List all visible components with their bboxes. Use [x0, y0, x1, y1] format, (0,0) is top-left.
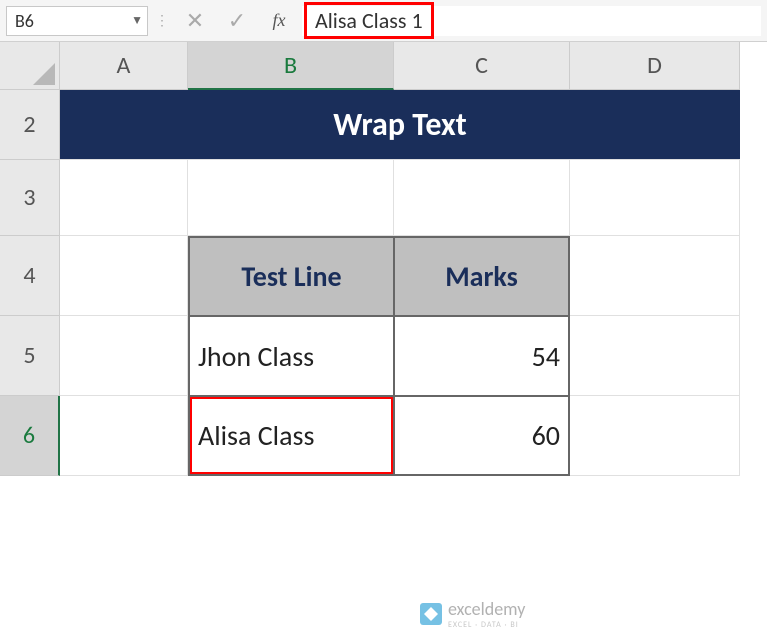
row-header-4[interactable]: 4 — [0, 236, 60, 316]
formula-bar: B6 ▼ ⋮ ✕ ✓ fx Alisa Class 1 — [0, 0, 767, 42]
table-cell-marks-0[interactable]: 54 — [394, 316, 570, 396]
row-header-5[interactable]: 5 — [0, 316, 60, 396]
cell-d3[interactable] — [570, 160, 740, 236]
row-header-2[interactable]: 2 — [0, 90, 60, 160]
watermark-logo-icon — [420, 603, 442, 625]
watermark: exceldemy EXCEL · DATA · BI — [420, 598, 525, 630]
table-cell-name-0[interactable]: Jhon Class — [188, 316, 394, 396]
row-header-3[interactable]: 3 — [0, 160, 60, 236]
column-header-a[interactable]: A — [60, 42, 188, 90]
cell-a5[interactable] — [60, 316, 188, 396]
title-cell[interactable]: Wrap Text — [60, 90, 740, 160]
cell-b3[interactable] — [188, 160, 394, 236]
sheet-body: 2 Wrap Text 3 4 Test Line Marks 5 Jhon C… — [0, 90, 767, 476]
table-header-test-line[interactable]: Test Line — [188, 236, 394, 316]
select-all-corner[interactable] — [0, 42, 60, 90]
watermark-brand: exceldemy — [448, 598, 525, 620]
name-box-value: B6 — [15, 10, 34, 32]
column-header-d[interactable]: D — [570, 42, 740, 90]
cell-d4[interactable] — [570, 236, 740, 316]
watermark-tagline: EXCEL · DATA · BI — [448, 620, 525, 630]
name-box[interactable]: B6 ▼ — [6, 6, 148, 36]
cell-d5[interactable] — [570, 316, 740, 396]
row-header-6[interactable]: 6 — [0, 396, 60, 476]
table-cell-name-1[interactable]: Alisa Class — [188, 396, 394, 476]
cell-d6[interactable] — [570, 396, 740, 476]
fx-icon[interactable]: fx — [260, 6, 298, 36]
column-header-b[interactable]: B — [188, 42, 394, 90]
separator-icon: ⋮ — [152, 12, 172, 29]
dropdown-icon[interactable]: ▼ — [131, 13, 143, 28]
formula-value: Alisa Class 1 — [304, 2, 434, 39]
column-headers-row: A B C D — [0, 42, 767, 90]
cancel-icon[interactable]: ✕ — [176, 6, 214, 36]
cell-a4[interactable] — [60, 236, 188, 316]
enter-icon[interactable]: ✓ — [218, 6, 256, 36]
column-header-c[interactable]: C — [394, 42, 570, 90]
table-cell-marks-1[interactable]: 60 — [394, 396, 570, 476]
table-header-marks[interactable]: Marks — [394, 236, 570, 316]
formula-input[interactable]: Alisa Class 1 — [302, 6, 761, 36]
cell-a6[interactable] — [60, 396, 188, 476]
cell-a3[interactable] — [60, 160, 188, 236]
cell-c3[interactable] — [394, 160, 570, 236]
